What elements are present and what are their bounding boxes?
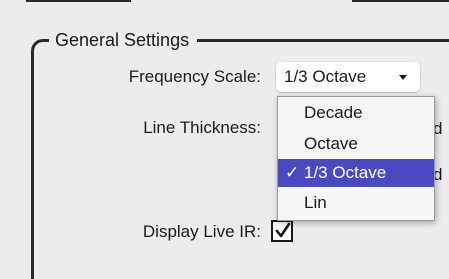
- group-title: General Settings: [49, 29, 198, 51]
- line-thickness-label: Line Thickness:: [143, 118, 261, 137]
- chevron-down-icon: [399, 75, 407, 80]
- menu-item-label: 1/3 Octave: [304, 163, 387, 182]
- menu-item-third-octave[interactable]: ✓ 1/3 Octave: [278, 159, 434, 187]
- top-divider-left: [26, 0, 131, 2]
- frequency-scale-label: Frequency Scale:: [128, 67, 261, 86]
- menu-item-label: Lin: [304, 193, 327, 212]
- frequency-scale-dropdown-menu: Decade Octave ✓ 1/3 Octave Lin: [277, 96, 435, 221]
- checkmark-icon: [275, 222, 291, 238]
- menu-item-lin[interactable]: Lin: [278, 189, 434, 217]
- menu-item-octave[interactable]: Octave: [278, 130, 434, 158]
- frequency-scale-select[interactable]: 1/3 Octave: [276, 62, 420, 92]
- display-live-ir-label: Display Live IR:: [142, 222, 261, 241]
- menu-item-decade[interactable]: Decade: [278, 99, 434, 127]
- menu-item-label: Octave: [304, 134, 358, 153]
- checkmark-icon: ✓: [285, 163, 300, 182]
- display-live-ir-checkbox[interactable]: [271, 220, 293, 242]
- frequency-scale-value: 1/3 Octave: [284, 67, 367, 86]
- top-divider-right: [352, 0, 449, 2]
- menu-item-label: Decade: [304, 103, 363, 122]
